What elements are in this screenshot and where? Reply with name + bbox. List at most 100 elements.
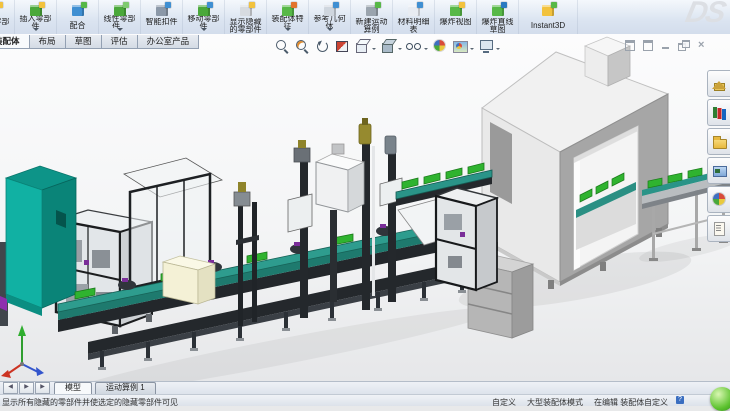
ribbon-button-icon	[538, 2, 558, 17]
explode-line-sketch-button[interactable]: 爆炸直线草图	[477, 0, 519, 34]
headsup-button-icon	[334, 38, 350, 54]
headsup-button-icon	[432, 38, 448, 54]
zoom-to-fit-button[interactable]	[274, 37, 290, 55]
ribbon-buttons: 编辑零部件 插入零部件 配合 线性零部件...	[0, 0, 578, 34]
scroll-tabs-right-button[interactable]: ▶	[19, 382, 34, 394]
move-component-button[interactable]: 移动零部件	[183, 0, 225, 34]
ribbon-button-icon	[404, 2, 424, 17]
task-pane-tab-icon	[712, 221, 727, 236]
edit-appearance-button[interactable]	[432, 37, 448, 55]
window-pane-icon[interactable]	[624, 40, 636, 50]
task-pane-tab-icon	[712, 163, 727, 178]
teal-control-cabinet[interactable]	[0, 166, 76, 316]
command-manager-tabs: 装配体 布局 草图 评估 办公室产品	[0, 35, 198, 49]
bottom-tab-bar: ◀ ▶ ▶ 模型 运动算例 1	[0, 381, 730, 394]
bill-of-materials-button[interactable]: 材料明细表	[393, 0, 435, 34]
task-pane-tab-icon	[712, 76, 727, 91]
document-tabs: 模型 运动算例 1	[51, 382, 156, 394]
task-pane-tab-icon	[712, 192, 727, 207]
headsup-button-icon	[380, 38, 396, 54]
yellow-box[interactable]	[163, 256, 215, 304]
tab-layout[interactable]: 布局	[29, 35, 66, 49]
status-bar: 显示所有隐藏的零部件并使选定的隐藏零部件可见 自定义 大型装配体模式 在编辑 装…	[0, 394, 730, 406]
solidworks-resources-tab[interactable]	[707, 70, 730, 97]
assembly-features-button[interactable]: 装配体特征	[267, 0, 309, 34]
headsup-button-icon	[314, 38, 330, 54]
insert-components-button[interactable]: 插入零部件	[15, 0, 57, 34]
smart-fasteners-button[interactable]: 智能扣件	[141, 0, 183, 34]
dropdown-arrow-icon	[424, 48, 428, 52]
ribbon-button-icon	[236, 2, 256, 17]
zoom-to-area-button[interactable]	[294, 37, 310, 55]
ribbon-button-icon	[26, 2, 46, 14]
dropdown-arrow-icon	[470, 48, 474, 52]
section-view-button[interactable]	[334, 37, 350, 55]
close-button[interactable]	[696, 40, 708, 50]
ribbon-button-icon	[68, 2, 88, 17]
view-palette-tab[interactable]	[707, 157, 730, 184]
ribbon-button-icon	[362, 2, 382, 17]
tab-scroll-buttons: ◀ ▶ ▶	[3, 382, 51, 394]
headsup-button-icon	[406, 38, 422, 54]
display-style-button[interactable]	[380, 37, 402, 55]
headsup-button-icon	[294, 38, 310, 54]
hopper-station[interactable]	[316, 144, 364, 302]
dropdown-arrow-icon	[496, 48, 500, 52]
edit-component-button[interactable]: 编辑零部件	[0, 0, 15, 34]
orientation-triad	[1, 325, 44, 378]
scroll-tabs-left-button[interactable]: ◀	[3, 382, 18, 394]
dropdown-arrow-icon	[398, 48, 402, 52]
ribbon-button-icon	[194, 2, 214, 14]
appearances-scenes-tab[interactable]	[707, 186, 730, 213]
ribbon-button-icon	[488, 2, 508, 17]
ribbon-button-icon	[320, 2, 340, 14]
heads-up-view-toolbar	[272, 36, 502, 56]
tab-assembly[interactable]: 装配体	[0, 35, 30, 49]
instant3d-button[interactable]: Instant3D	[519, 0, 578, 34]
3d-scene[interactable]	[0, 34, 730, 381]
view-orientation-button[interactable]	[354, 37, 376, 55]
tab-sketch[interactable]: 草图	[65, 35, 102, 49]
task-pane-tab-icon	[712, 105, 727, 120]
new-motion-study-button[interactable]: 新建运动算例	[351, 0, 393, 34]
task-pane-tab-icon	[712, 134, 727, 149]
dropdown-arrow-icon	[372, 48, 376, 52]
minimize-button[interactable]	[660, 40, 672, 50]
window-pane2-icon[interactable]	[642, 40, 654, 50]
graphics-area[interactable]: 装配体 布局 草图 评估 办公室产品	[0, 34, 730, 381]
scroll-tabs-end-button[interactable]: ▶	[35, 382, 50, 394]
document-window-controls	[624, 40, 708, 50]
task-pane-tabs	[707, 70, 730, 242]
previous-view-button[interactable]	[314, 37, 330, 55]
ribbon-button-icon	[446, 2, 466, 17]
assembly-model[interactable]	[0, 37, 730, 381]
ribbon-button-icon	[110, 2, 130, 14]
hide-show-items-button[interactable]	[406, 37, 428, 55]
dassault-systemes-logo: DS	[683, 0, 728, 30]
tab-evaluate[interactable]: 评估	[101, 35, 138, 49]
custom-properties-tab[interactable]	[707, 215, 730, 242]
main-machine-enclosure[interactable]	[482, 37, 668, 289]
linear-component-pattern-button[interactable]: 线性零部件...	[99, 0, 141, 34]
headsup-button-icon	[478, 38, 494, 54]
design-library-tab[interactable]	[707, 99, 730, 126]
ribbon-button-icon	[278, 2, 298, 14]
view-settings-button[interactable]	[478, 37, 500, 55]
mate-button[interactable]: 配合	[57, 0, 99, 34]
show-hidden-components-button[interactable]: 显示隐藏的零部件	[225, 0, 267, 34]
motion-study-tab[interactable]: 运动算例 1	[95, 382, 156, 394]
headsup-button-icon	[452, 38, 468, 54]
ribbon-button-icon	[152, 2, 172, 17]
apply-scene-button[interactable]	[452, 37, 474, 55]
solidworks-window: 编辑零部件 插入零部件 配合 线性零部件...	[0, 0, 730, 405]
model-tab[interactable]: 模型	[54, 382, 92, 394]
exploded-view-button[interactable]: 爆炸视图	[435, 0, 477, 34]
mid-cabinet[interactable]	[436, 188, 497, 290]
reference-geometry-button[interactable]: 参考几何体	[309, 0, 351, 34]
headsup-button-icon	[274, 38, 290, 54]
help-icon[interactable]: ?	[676, 396, 684, 404]
file-explorer-tab[interactable]	[707, 128, 730, 155]
tab-office-products[interactable]: 办公室产品	[137, 35, 200, 49]
floating-notification-bubble[interactable]	[710, 387, 730, 411]
restore-button[interactable]	[678, 40, 690, 50]
